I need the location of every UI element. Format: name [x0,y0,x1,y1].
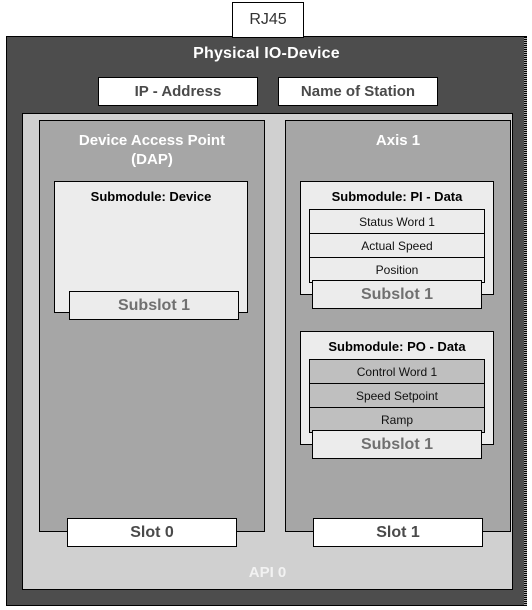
subslot-dap-1: Subslot 1 [69,291,239,320]
slot-0-label: Slot 0 [130,523,174,541]
module-axis-1-title-line1: Axis 1 [375,132,421,149]
table-row: Control Word 1 [310,360,484,384]
ip-address-box: IP - Address [98,77,258,106]
po-data-row-group: Control Word 1 Speed Setpoint Ramp [309,359,485,433]
submodule-po-data-title: Submodule: PO - Data [328,339,466,354]
api-container: Device Access Point (DAP) Submodule: Dev… [22,113,513,590]
slot-1-box: Slot 1 [313,518,483,547]
module-dap: Device Access Point (DAP) Submodule: Dev… [39,120,265,532]
submodule-device-title: Submodule: Device [90,189,212,204]
module-axis-1: Axis 1 Submodule: PI - Data Status Word … [285,120,511,532]
submodule-pi-data: Submodule: PI - Data Status Word 1 Actua… [300,181,494,295]
subslot-po-data-1: Subslot 1 [312,430,482,459]
physical-io-device-frame: Physical IO-Device IP - Address Name of … [6,36,527,606]
subslot-po-data-1-label: Subslot 1 [360,435,433,453]
table-row: Ramp [310,408,484,432]
module-dap-title-line2: (DAP) [131,151,173,168]
submodule-po-data: Submodule: PO - Data Control Word 1 Spee… [300,331,494,445]
module-dap-title: Device Access Point (DAP) [40,131,264,169]
slot-0-box: Slot 0 [67,518,237,547]
table-row: Speed Setpoint [310,384,484,408]
physical-io-device-title: Physical IO-Device [193,45,340,62]
rj45-connector-box: RJ45 [232,2,304,38]
name-of-station-box: Name of Station [278,77,438,106]
module-dap-title-line1: Device Access Point [78,132,226,149]
subslot-dap-1-label: Subslot 1 [117,296,190,314]
pi-data-row-group: Status Word 1 Actual Speed Position [309,209,485,283]
subslot-pi-data-1: Subslot 1 [312,280,482,309]
diagram-canvas: RJ45 Physical IO-Device IP - Address Nam… [0,0,532,610]
api-label: API 0 [248,564,287,581]
submodule-pi-data-title: Submodule: PI - Data [331,189,463,204]
rj45-label: RJ45 [249,11,287,28]
table-row: Status Word 1 [310,210,484,234]
module-axis-1-title: Axis 1 [286,131,510,150]
ip-address-label: IP - Address [134,83,222,100]
table-row: Position [310,258,484,282]
subslot-pi-data-1-label: Subslot 1 [360,285,433,303]
slot-1-label: Slot 1 [376,523,420,541]
table-row: Actual Speed [310,234,484,258]
name-of-station-label: Name of Station [300,83,416,100]
